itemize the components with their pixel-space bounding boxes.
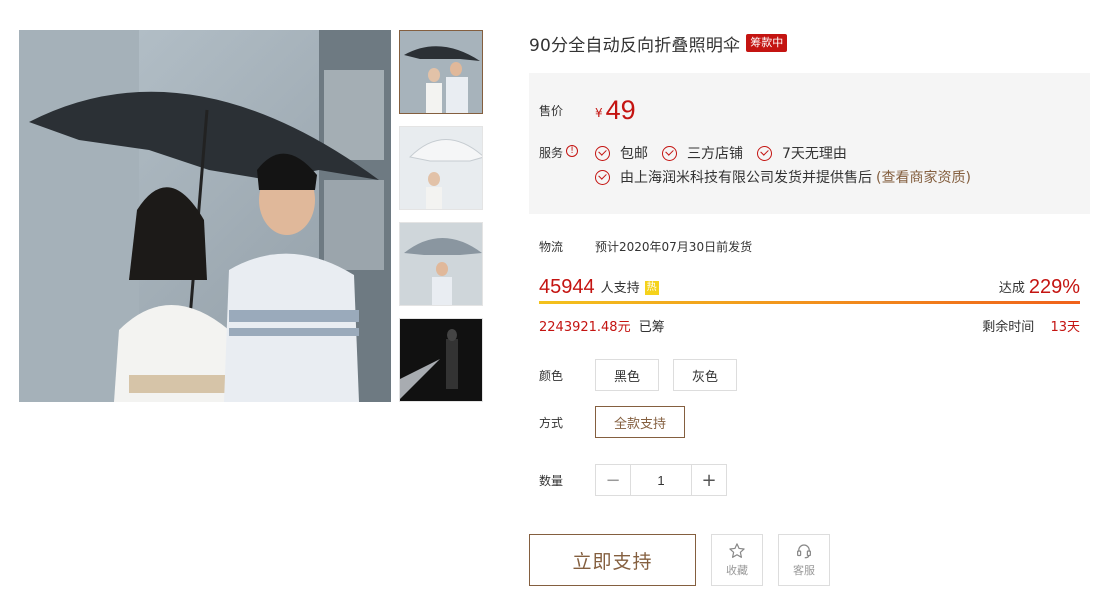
service-item-label: 包邮	[620, 146, 648, 162]
price-value: 49	[605, 94, 636, 125]
raised-amount: 2243921.48元	[539, 319, 631, 335]
favorite-label: 收藏	[726, 564, 748, 577]
funding-summary: 45944 人支持 热 达成 229%	[529, 266, 1090, 298]
price-row: 售价 ¥ 49	[539, 93, 1080, 127]
service-label: 服务	[539, 146, 564, 160]
mode-option-full-payment[interactable]: 全款支持	[595, 406, 686, 438]
seller-qualification-link[interactable]: (查看商家资质)	[876, 167, 971, 187]
raised-row: 2243921.48元 已筹 剩余时间 13天	[529, 315, 1090, 335]
thumbnail-3[interactable]	[399, 222, 483, 306]
thumbnail-4[interactable]	[399, 318, 483, 402]
hot-badge: 热	[644, 281, 659, 295]
shipping-estimate: 预计2020年07月30日前发货	[595, 239, 753, 254]
service-item: 包邮	[595, 143, 648, 163]
achieve-label: 达成	[998, 281, 1025, 296]
service-item-label: 7天无理由	[782, 146, 847, 162]
backers-count: 45944	[539, 276, 595, 298]
backers-label: 人支持	[600, 281, 640, 296]
color-option-gray[interactable]: 灰色	[673, 359, 738, 391]
customer-service-button[interactable]: 客服	[778, 534, 830, 586]
quantity-stepper: − +	[595, 464, 727, 496]
remaining-group: 剩余时间 13天	[982, 316, 1080, 335]
funding-progress-bar	[539, 301, 1080, 304]
product-info-panel: 90分全自动反向折叠照明伞 筹款中 售价 ¥ 49 服务 ! 包邮 三方店铺 7…	[529, 30, 1090, 496]
quantity-label: 数量	[539, 473, 564, 488]
currency-symbol: ¥	[595, 106, 603, 120]
funding-progress-fill	[539, 301, 1080, 304]
star-icon	[729, 543, 745, 558]
shipping-label: 物流	[539, 239, 564, 254]
main-product-image	[19, 30, 391, 402]
action-bar: 立即支持 收藏 客服	[529, 534, 830, 586]
color-label: 颜色	[539, 368, 564, 383]
favorite-button[interactable]: 收藏	[711, 534, 763, 586]
achieve-group: 达成 229%	[999, 276, 1080, 298]
shipping-row: 物流 预计2020年07月30日前发货	[529, 236, 1090, 256]
raised-group: 2243921.48元 已筹	[539, 316, 665, 335]
seller-note: 由上海润米科技有限公司发货并提供售后	[620, 170, 872, 186]
customer-service-label: 客服	[793, 564, 815, 577]
service-list: 包邮 三方店铺 7天无理由 由上海润米科技有限公司发货并提供售后 (查看商家资质…	[595, 141, 1080, 189]
service-line-1: 包邮 三方店铺 7天无理由	[595, 141, 1080, 165]
check-circle-icon	[595, 145, 610, 161]
headset-icon	[797, 544, 811, 559]
title-row: 90分全自动反向折叠照明伞 筹款中	[529, 30, 1090, 56]
thumbnail-2[interactable]	[399, 126, 483, 210]
price-box: 售价 ¥ 49 服务 ! 包邮 三方店铺 7天无理由 由上海润米科技有限公司发货…	[529, 73, 1090, 214]
service-item: 7天无理由	[757, 143, 847, 163]
backers-group: 45944 人支持 热	[539, 276, 659, 298]
color-option-black[interactable]: 黑色	[595, 359, 660, 391]
decrement-button[interactable]: −	[596, 465, 630, 495]
achieve-value: 229%	[1028, 276, 1080, 298]
remaining-value: 13天	[1050, 319, 1080, 335]
color-option-row: 颜色 黑色 灰色	[529, 359, 1090, 391]
raised-label: 已筹	[638, 319, 665, 335]
service-item: 三方店铺	[662, 143, 743, 163]
service-row: 服务 ! 包邮 三方店铺 7天无理由 由上海润米科技有限公司发货并提供售后 (查…	[539, 141, 1080, 189]
check-circle-icon	[595, 169, 610, 185]
price-label: 售价	[539, 103, 564, 118]
status-badge: 筹款中	[746, 34, 788, 52]
check-circle-icon	[757, 145, 772, 161]
support-now-button[interactable]: 立即支持	[529, 534, 696, 586]
service-item-label: 三方店铺	[687, 146, 743, 162]
thumbnail-list	[399, 30, 483, 414]
remaining-label: 剩余时间	[982, 319, 1035, 335]
quantity-input[interactable]	[630, 465, 692, 495]
check-circle-icon	[662, 145, 677, 161]
thumbnail-1[interactable]	[399, 30, 483, 114]
service-item: 由上海润米科技有限公司发货并提供售后 (查看商家资质)	[595, 167, 971, 187]
product-title: 90分全自动反向折叠照明伞	[529, 35, 741, 56]
quantity-row: 数量 − +	[529, 464, 1090, 496]
mode-option-row: 方式 全款支持	[529, 406, 1090, 438]
increment-button[interactable]: +	[692, 465, 726, 495]
mode-label: 方式	[539, 415, 564, 430]
service-line-2: 由上海润米科技有限公司发货并提供售后 (查看商家资质)	[595, 165, 1080, 189]
service-label-group: 服务 !	[539, 141, 595, 189]
info-icon[interactable]: !	[566, 145, 579, 157]
